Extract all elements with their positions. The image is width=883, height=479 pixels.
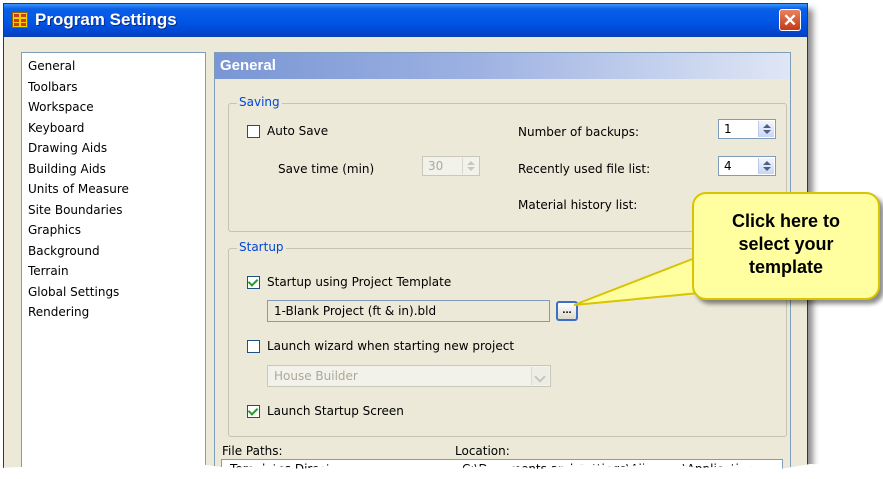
sidebar-item-units-of-measure[interactable]: Units of Measure [22, 179, 205, 200]
startup-template-label[interactable]: Startup using Project Template [267, 275, 451, 289]
backups-stepper[interactable]: 1 [718, 119, 776, 139]
save-time-stepper: 30 [422, 156, 480, 176]
save-time-value: 30 [428, 159, 444, 173]
sidebar-item-site-boundaries[interactable]: Site Boundaries [22, 200, 205, 221]
startup-template-checkbox[interactable] [247, 276, 260, 289]
auto-save-label[interactable]: Auto Save [267, 124, 328, 138]
template-file-value: 1-Blank Project (ft & in).bld [274, 304, 437, 318]
spin-down-icon [466, 167, 475, 171]
auto-save-checkbox[interactable] [247, 125, 260, 138]
wizard-dropdown-arrow [531, 367, 549, 385]
sidebar-item-background[interactable]: Background [22, 241, 205, 262]
title-bar[interactable]: Program Settings ✕ [4, 4, 807, 37]
torn-edge [0, 462, 883, 479]
startup-screen-label[interactable]: Launch Startup Screen [267, 404, 404, 418]
checkmark-icon [247, 276, 259, 287]
close-button[interactable]: ✕ [779, 9, 801, 31]
spin-down-icon[interactable] [762, 167, 771, 171]
save-time-spin-arrows [462, 158, 478, 174]
sidebar-item-global-settings[interactable]: Global Settings [22, 282, 205, 303]
sidebar-item-toolbars[interactable]: Toolbars [22, 77, 205, 98]
sidebar-item-terrain[interactable]: Terrain [22, 261, 205, 282]
callout-pointer [573, 256, 710, 306]
sidebar-item-drawing-aids[interactable]: Drawing Aids [22, 138, 205, 159]
wizard-type-value: House Builder [274, 369, 358, 383]
recent-files-label: Recently used file list: [518, 162, 651, 176]
chevron-down-icon [534, 371, 546, 383]
spin-up-icon[interactable] [762, 161, 771, 165]
callout-line-1: Click here to [731, 211, 841, 231]
sidebar-item-keyboard[interactable]: Keyboard [22, 118, 205, 139]
callout-box: Click here to select your template [692, 192, 880, 300]
save-time-label: Save time (min) [278, 162, 375, 176]
settings-category-list: General Toolbars Workspace Keyboard Draw… [21, 52, 206, 470]
backups-spin-arrows[interactable] [758, 121, 774, 137]
backups-value: 1 [724, 122, 732, 136]
startup-screen-checkbox[interactable] [247, 405, 260, 418]
callout-line-2: select your [738, 234, 834, 254]
spin-up-icon [466, 161, 475, 165]
sidebar-item-general[interactable]: General [22, 56, 205, 77]
launch-wizard-label[interactable]: Launch wizard when starting new project [267, 339, 514, 353]
close-icon: ✕ [782, 11, 798, 30]
material-history-label: Material history list: [518, 198, 638, 212]
spin-down-icon[interactable] [762, 130, 771, 134]
sidebar-item-graphics[interactable]: Graphics [22, 220, 205, 241]
window-title: Program Settings [35, 10, 177, 29]
panel-header: General [215, 53, 790, 79]
recent-files-stepper[interactable]: 4 [718, 156, 776, 176]
callout-line-3: template [748, 257, 824, 277]
checkmark-icon [247, 405, 259, 416]
saving-group-legend: Saving [237, 95, 282, 109]
sidebar-item-rendering[interactable]: Rendering [22, 302, 205, 323]
recent-files-value: 4 [724, 159, 732, 173]
recent-files-spin-arrows[interactable] [758, 158, 774, 174]
program-settings-window: Program Settings ✕ General Toolbars Work… [3, 3, 808, 471]
sidebar-item-building-aids[interactable]: Building Aids [22, 159, 205, 180]
spin-up-icon[interactable] [762, 124, 771, 128]
settings-app-icon [12, 12, 28, 28]
template-file-field[interactable]: 1-Blank Project (ft & in).bld [267, 300, 550, 322]
backups-label: Number of backups: [518, 125, 640, 139]
callout-text: Click here to select your template [694, 210, 878, 279]
sidebar-item-workspace[interactable]: Workspace [22, 97, 205, 118]
panel-title: General [220, 57, 276, 74]
launch-wizard-checkbox[interactable] [247, 340, 260, 353]
startup-group-legend: Startup [237, 240, 286, 254]
wizard-type-select: House Builder [267, 365, 551, 387]
